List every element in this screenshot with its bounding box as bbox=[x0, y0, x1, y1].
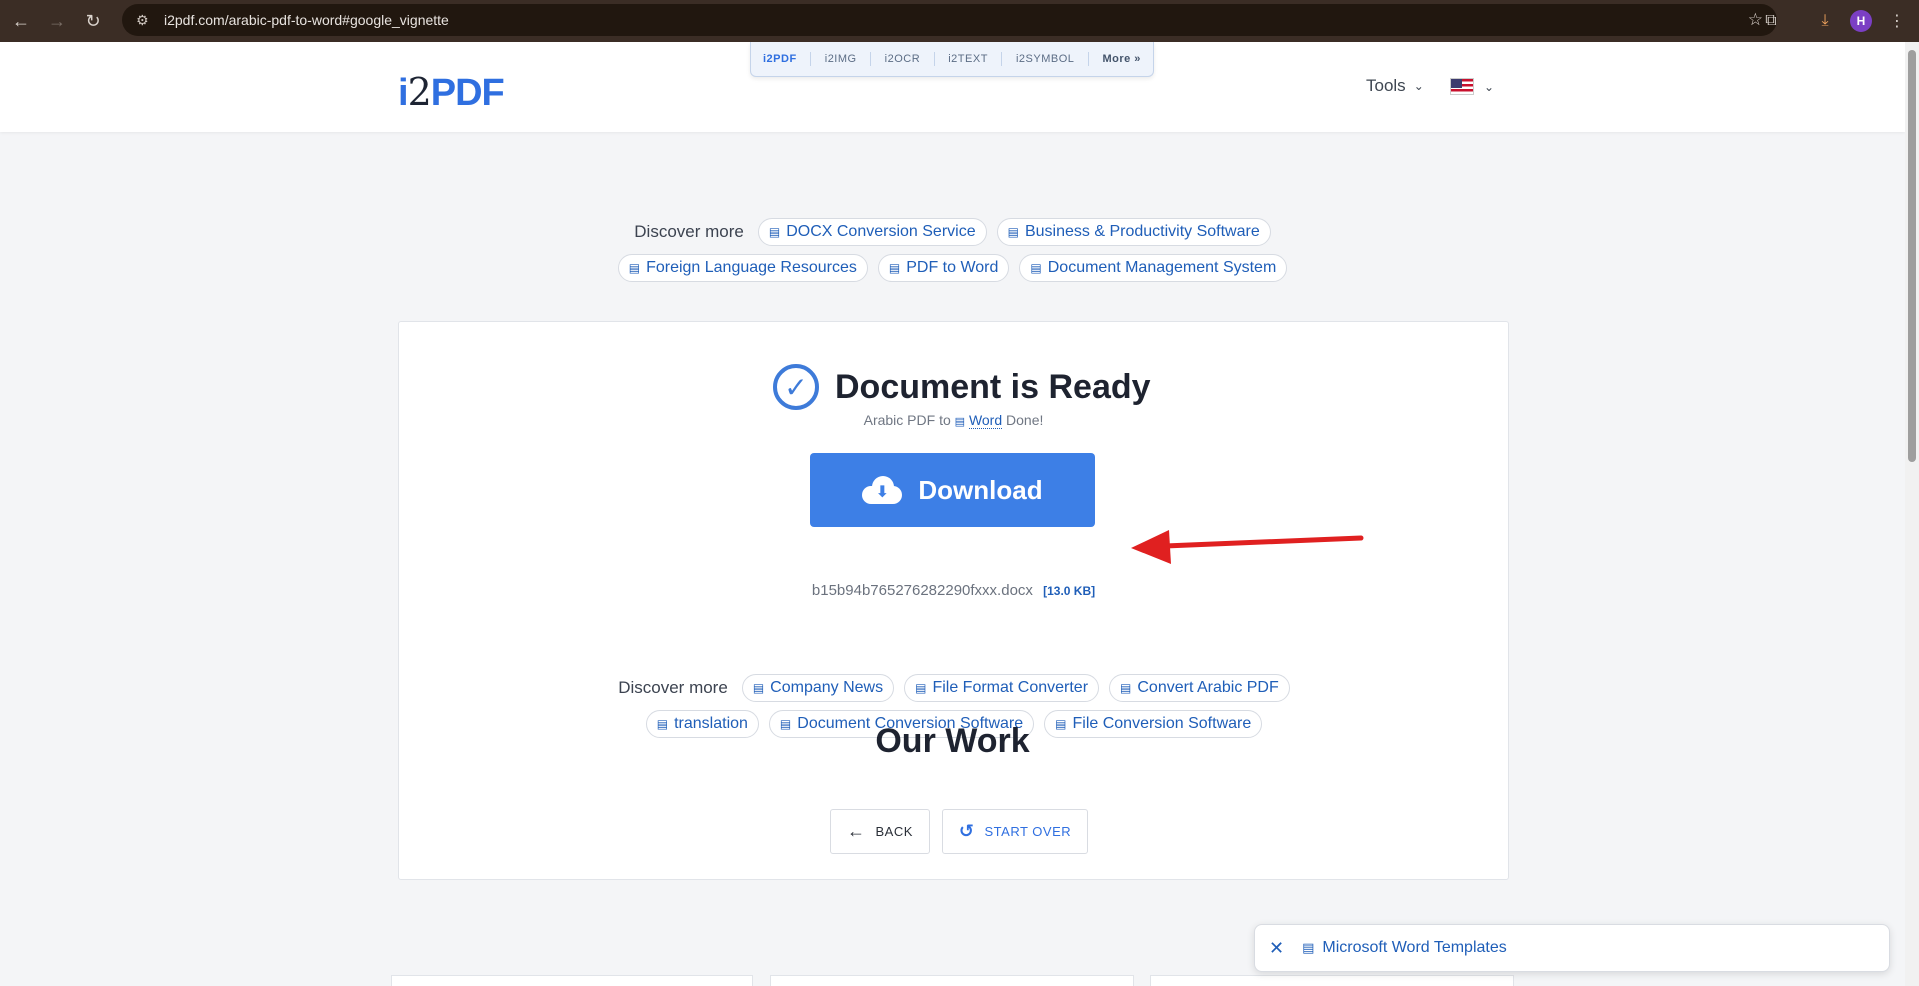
file-info: b15b94b765276282290fxxx.docx [13.0 KB] bbox=[399, 582, 1508, 599]
ad-chip-icon: ▤ bbox=[1302, 940, 1315, 955]
reload-icon[interactable]: ↻ bbox=[78, 6, 108, 36]
ready-heading: ✓ Document is Ready bbox=[773, 364, 1151, 410]
section-title: Our Work bbox=[875, 722, 1030, 760]
start-over-button[interactable]: ↺ START OVER bbox=[941, 809, 1089, 854]
scrollbar-thumb[interactable] bbox=[1908, 50, 1916, 462]
ad-chip-icon: ▤ bbox=[768, 225, 781, 239]
discover-chip[interactable]: ▤ Business & Productivity Software bbox=[996, 218, 1271, 246]
start-over-label: START OVER bbox=[984, 824, 1072, 839]
network-nav: i2PDF i2IMG i2OCR i2TEXT i2SYMBOL More » bbox=[750, 42, 1154, 77]
page-scrollbar[interactable] bbox=[1905, 42, 1919, 986]
chip-label: Business & Productivity Software bbox=[1024, 223, 1260, 240]
file-size: [13.0 KB] bbox=[1043, 584, 1096, 598]
nav-i2symbol[interactable]: i2SYMBOL bbox=[1016, 53, 1074, 65]
site-settings-icon[interactable]: ⚙ bbox=[136, 12, 154, 29]
download-label: Download bbox=[918, 474, 1043, 505]
avatar: H bbox=[1850, 10, 1872, 32]
site-header: i2PDF i2PDF i2IMG i2OCR i2TEXT i2SYMBOL … bbox=[0, 42, 1905, 132]
status-prefix: Arabic PDF to bbox=[863, 412, 951, 428]
divider bbox=[933, 52, 935, 66]
ad-chip-icon: ▤ bbox=[888, 261, 901, 275]
divider bbox=[1001, 52, 1003, 66]
back-arrow-icon[interactable]: ← bbox=[6, 6, 36, 36]
page: i2PDF i2PDF i2IMG i2OCR i2TEXT i2SYMBOL … bbox=[0, 42, 1905, 986]
discover-chip[interactable]: ▤ PDF to Word bbox=[877, 254, 1010, 282]
divider bbox=[870, 52, 872, 66]
divider bbox=[1087, 52, 1089, 66]
url-text: i2pdf.com/arabic-pdf-to-word#google_vign… bbox=[164, 12, 449, 28]
divider bbox=[810, 52, 812, 66]
check-circle-icon: ✓ bbox=[773, 364, 819, 410]
nav-i2img[interactable]: i2IMG bbox=[825, 53, 857, 65]
kebab-menu-icon[interactable]: ⋮ bbox=[1882, 6, 1912, 36]
chevron-down-icon: ⌄ bbox=[1413, 79, 1424, 93]
ad-link-label: Microsoft Word Templates bbox=[1322, 939, 1507, 956]
arrow-left-icon: ← bbox=[847, 821, 866, 841]
ad-link-icon: ▤ bbox=[954, 416, 966, 428]
tools-menu[interactable]: Tools ⌄ bbox=[1366, 76, 1424, 96]
ad-chip-icon: ▤ bbox=[752, 681, 765, 695]
conversion-status: Arabic PDF to ▤ Word Done! bbox=[399, 412, 1508, 429]
discover-chip[interactable]: ▤ DOCX Conversion Service bbox=[757, 218, 987, 246]
discover-chip[interactable]: ▤ Company News bbox=[741, 674, 895, 702]
ad-chip-icon: ▤ bbox=[1120, 681, 1132, 695]
discover-chip[interactable]: ▤ Document Management System bbox=[1019, 254, 1288, 282]
browser-toolbar: ← → ↻ ⚙ i2pdf.com/arabic-pdf-to-word#goo… bbox=[0, 0, 1919, 42]
profile-avatar[interactable]: H bbox=[1846, 6, 1876, 36]
nav-i2pdf[interactable]: i2PDF bbox=[763, 53, 797, 65]
work-card bbox=[391, 975, 753, 986]
ad-chip-icon: ▤ bbox=[1030, 261, 1042, 275]
discover-chip[interactable]: ▤ Foreign Language Resources bbox=[617, 254, 868, 282]
page-title: Document is Ready bbox=[835, 367, 1151, 406]
chip-label: Company News bbox=[770, 679, 884, 696]
ad-chip-icon: ▤ bbox=[915, 681, 927, 695]
ad-chip-icon: ▤ bbox=[1007, 225, 1019, 239]
logo-two: 2 bbox=[407, 70, 432, 114]
forward-arrow-icon[interactable]: → bbox=[42, 6, 72, 36]
cloud-download-icon: ⬇ bbox=[862, 476, 903, 504]
download-button[interactable]: ⬇ Download bbox=[810, 453, 1095, 527]
rotate-ccw-icon: ↺ bbox=[958, 821, 975, 841]
discover-label: Discover more bbox=[634, 222, 744, 241]
work-card bbox=[1150, 975, 1514, 986]
close-icon[interactable]: ✕ bbox=[1269, 938, 1284, 959]
logo-pdf: PDF bbox=[430, 72, 505, 114]
discover-more-top: Discover more ▤ DOCX Conversion Service ▤… bbox=[600, 218, 1305, 282]
file-name: b15b94b765276282290fxxx.docx bbox=[811, 582, 1033, 599]
annotation-arrow-icon bbox=[1131, 530, 1364, 564]
discover-label: Discover more bbox=[618, 678, 728, 697]
ad-chip-icon: ▤ bbox=[628, 261, 641, 275]
us-flag-icon bbox=[1450, 78, 1474, 95]
chip-label: File Format Converter bbox=[932, 679, 1089, 696]
tools-label: Tools bbox=[1366, 76, 1406, 95]
chip-label: Convert Arabic PDF bbox=[1137, 679, 1279, 696]
back-label: BACK bbox=[875, 824, 913, 839]
nav-more[interactable]: More » bbox=[1102, 53, 1140, 65]
work-card bbox=[770, 975, 1134, 986]
ad-link[interactable]: ▤ Microsoft Word Templates bbox=[1302, 939, 1507, 957]
address-bar[interactable]: ⚙ i2pdf.com/arabic-pdf-to-word#google_vi… bbox=[122, 4, 1777, 36]
chip-label: PDF to Word bbox=[906, 259, 999, 276]
logo-i: i bbox=[398, 72, 409, 114]
discover-chip[interactable]: ▤ Convert Arabic PDF bbox=[1109, 674, 1290, 702]
result-card: ✓ Document is Ready Arabic PDF to ▤ Word… bbox=[398, 321, 1509, 880]
nav-i2ocr[interactable]: i2OCR bbox=[885, 53, 921, 65]
chevron-down-icon: ⌄ bbox=[1484, 79, 1495, 94]
word-link[interactable]: Word bbox=[968, 412, 1003, 429]
language-selector[interactable]: ⌄ bbox=[1450, 78, 1494, 95]
nav-i2text[interactable]: i2TEXT bbox=[948, 53, 988, 65]
site-logo[interactable]: i2PDF bbox=[398, 70, 505, 115]
status-suffix: Done! bbox=[1006, 412, 1044, 428]
extensions-icon[interactable]: ⧉ bbox=[1756, 6, 1786, 36]
chip-label: DOCX Conversion Service bbox=[786, 223, 976, 240]
anchor-ad-banner: ✕ ▤ Microsoft Word Templates bbox=[1254, 924, 1890, 972]
action-buttons: ← BACK ↺ START OVER bbox=[830, 809, 1089, 854]
discover-chip[interactable]: ▤ File Format Converter bbox=[904, 674, 1100, 702]
download-icon[interactable]: ⤓ bbox=[1810, 6, 1840, 36]
back-button[interactable]: ← BACK bbox=[830, 809, 930, 854]
chip-label: Foreign Language Resources bbox=[646, 259, 857, 276]
chip-label: Document Management System bbox=[1047, 259, 1277, 276]
